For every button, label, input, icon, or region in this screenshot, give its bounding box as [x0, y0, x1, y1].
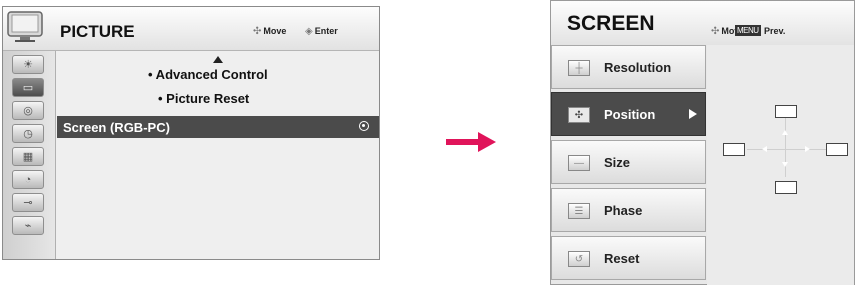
- menu-option-advanced-control[interactable]: • Advanced Control: [148, 67, 268, 82]
- position-up-box[interactable]: [775, 105, 797, 118]
- option-reset[interactable]: ↺ Reset: [551, 236, 706, 280]
- option-label: Phase: [604, 203, 643, 218]
- position-right-box[interactable]: [826, 143, 848, 156]
- position-down-box[interactable]: [775, 181, 797, 194]
- enter-hint: ◈ Enter: [305, 26, 338, 37]
- guide-horizontal: [747, 149, 827, 150]
- screen-rgb-pc-label: Screen (RGB-PC): [63, 120, 170, 135]
- option-phase[interactable]: ☰ Phase: [551, 188, 706, 232]
- move-hint-label: Move: [263, 26, 287, 36]
- right-arrow-icon: [446, 132, 496, 152]
- enter-pad-icon: ◈: [305, 26, 313, 37]
- size-icon: —: [568, 155, 590, 171]
- clock-icon[interactable]: ◷: [12, 124, 44, 143]
- screen-menu-header: SCREEN ✣ Move MENU Prev.: [551, 1, 854, 45]
- option-label: Position: [604, 107, 656, 122]
- reset-icon: ↺: [568, 251, 590, 267]
- radio-selected-icon: [359, 121, 369, 131]
- option-label: Size: [604, 155, 631, 170]
- category-sidebar: ☀ ▭ ◎ ◷ ▦ ◔ ⊸ ⌁: [3, 51, 56, 259]
- prev-hint-label: Prev.: [764, 26, 786, 36]
- picture-menu-panel: PICTURE ✣ Move ◈ Enter ☀ ▭ ◎ ◷ ▦ ◔ ⊸ ⌁ • A…: [2, 6, 380, 260]
- picture-menu-title: PICTURE: [60, 22, 135, 41]
- picture-menu-header: PICTURE ✣ Move ◈ Enter: [3, 7, 379, 51]
- enter-hint-label: Enter: [314, 26, 338, 36]
- prev-hint: Prev.: [764, 26, 785, 36]
- move-pad-icon: ✣: [253, 26, 262, 37]
- move-pad-icon: ✣: [711, 26, 720, 37]
- menu-key-icon: MENU: [735, 25, 761, 36]
- input-icon[interactable]: ⊸: [12, 193, 44, 212]
- tv-icon: [6, 10, 44, 44]
- move-hint: ✣ Move: [253, 26, 286, 37]
- disc-icon[interactable]: ◎: [12, 101, 44, 120]
- menu-option-screen-rgb-pc[interactable]: Screen (RGB-PC): [57, 116, 379, 138]
- option-label: Reset: [604, 251, 640, 266]
- usb-icon[interactable]: ⌁: [12, 216, 44, 235]
- submenu-arrow-icon: [689, 109, 697, 119]
- screen-menu-panel: SCREEN ✣ Move MENU Prev. ┼ Resolution ✣ P…: [550, 0, 855, 285]
- picture-menu-content: • Advanced Control • Picture Reset Scree…: [56, 51, 379, 259]
- down-arrow-icon: [782, 162, 788, 167]
- screen-menu-title: SCREEN: [567, 12, 655, 35]
- menu-option-picture-reset[interactable]: • Picture Reset: [158, 91, 249, 106]
- picture-icon[interactable]: ☀: [12, 55, 44, 74]
- position-preview: [707, 45, 854, 285]
- left-arrow-icon: [762, 146, 767, 152]
- scroll-up-icon[interactable]: [213, 56, 223, 63]
- screen-options-list: ┼ Resolution ✣ Position — Size ☰ Phase ↺…: [551, 45, 706, 285]
- option-label: Resolution: [604, 60, 672, 75]
- option-icon[interactable]: ◔: [12, 170, 44, 189]
- option-size[interactable]: — Size: [551, 140, 706, 184]
- position-icon: ✣: [568, 107, 590, 123]
- screen-category-icon[interactable]: ▭: [12, 78, 44, 97]
- lock-icon[interactable]: ▦: [12, 147, 44, 166]
- right-arrow-small-icon: [805, 146, 810, 152]
- option-position[interactable]: ✣ Position: [551, 92, 706, 136]
- phase-icon: ☰: [568, 203, 590, 219]
- option-resolution[interactable]: ┼ Resolution: [551, 45, 706, 89]
- up-arrow-icon: [782, 130, 788, 135]
- position-left-box[interactable]: [723, 143, 745, 156]
- resolution-icon: ┼: [568, 60, 590, 76]
